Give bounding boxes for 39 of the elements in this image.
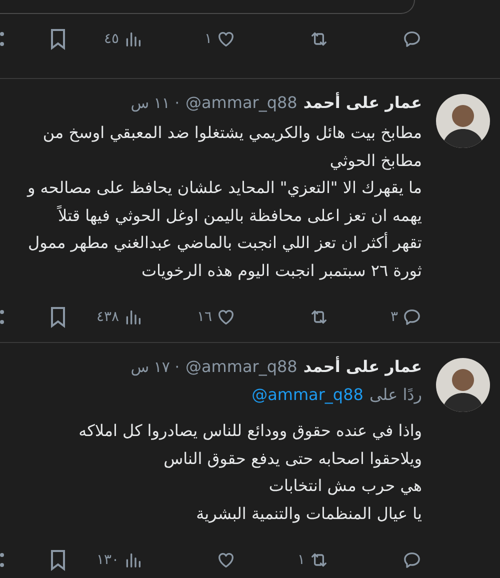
count: ١٣٠ <box>96 550 119 570</box>
reply-icon[interactable] <box>402 307 422 327</box>
reply-icon[interactable] <box>402 550 422 570</box>
tweet-text-line: يهمه ان تعز اعلى محافظة باليمن اوغل الحوثي فيها قتلاً <box>58 204 422 227</box>
bookmark-icon[interactable] <box>48 549 68 571</box>
tweet-text-line: مطابخ بيت هائل والكريمي يشتغلوا ضد المعبقي اوسخ من <box>42 122 422 144</box>
count: ٤٥ <box>104 30 119 48</box>
tweet-time: · ١٧ س <box>130 357 180 378</box>
bookmark-icon[interactable] <box>48 306 68 328</box>
share-icon[interactable] <box>0 309 4 325</box>
tweet-text-line: ويلاحقوا اصحابه حتى يدفع حقوق الناس <box>164 448 422 470</box>
count: ١٦ <box>196 308 212 326</box>
author-handle[interactable]: @ammar_q88 <box>185 91 298 115</box>
count: ١ <box>297 550 305 570</box>
mention-link[interactable]: @ammar_q88 <box>252 383 364 407</box>
bookmark-icon[interactable] <box>48 28 68 50</box>
count: ٤٣٨ <box>96 308 119 326</box>
heart-icon[interactable] <box>216 29 236 49</box>
author-name[interactable]: عمار على أحمد <box>303 355 422 379</box>
tweet-time: · ١١ س <box>130 93 180 114</box>
share-icon[interactable] <box>0 552 4 568</box>
reply-label: ردًا على <box>369 384 422 406</box>
heart-icon[interactable] <box>216 550 236 570</box>
author-name[interactable]: عمار على أحمد <box>303 91 422 115</box>
tweet-text-line: واذا في عنده حقوق وودائع للناس يصادروا كل املاكه <box>78 420 422 442</box>
avatar[interactable] <box>436 358 490 412</box>
share-icon[interactable] <box>0 31 4 47</box>
reply-icon[interactable] <box>402 29 422 49</box>
heart-icon[interactable] <box>216 307 236 327</box>
tweet-text-line: مطابخ الحوثي <box>330 150 422 172</box>
count: ١ <box>204 30 212 48</box>
author-handle[interactable]: @ammar_q88 <box>185 355 298 379</box>
tweet-text-line: ما يقهرك الا "التعزي" المحايد علشان يحافظ على مصالحه و <box>27 177 422 199</box>
count: ٣ <box>390 308 398 326</box>
tweet-text-line: تقهر أكثر ان تعز اللي انجبت بالماضي عبدالغني مطهر ممول <box>28 231 422 254</box>
tweet-text-line: هي حرب مش انتخابات <box>268 475 422 497</box>
avatar[interactable] <box>436 94 490 148</box>
tweet-text-line: ثورة ٢٦ سبتمبر انجبت اليوم هذه الرخويات <box>141 260 422 282</box>
tweet-text-line: يا عيال المنظمات والتنمية البشرية <box>196 502 422 525</box>
